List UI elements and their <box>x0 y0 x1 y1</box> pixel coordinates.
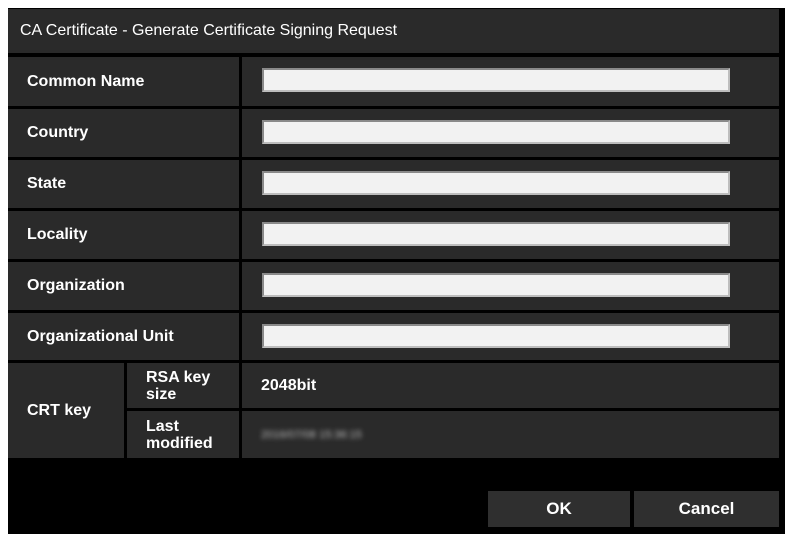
state-label: State <box>8 160 239 208</box>
country-cell <box>242 109 779 157</box>
organization-label: Organization <box>8 262 239 310</box>
locality-cell <box>242 211 779 259</box>
organization-cell <box>242 262 779 310</box>
crt-key-label: CRT key <box>8 363 124 458</box>
dialog-title: CA Certificate - Generate Certificate Si… <box>8 9 779 53</box>
cancel-button[interactable]: Cancel <box>634 491 779 527</box>
locality-label: Locality <box>8 211 239 259</box>
common-name-label: Common Name <box>8 57 239 106</box>
country-input[interactable] <box>262 120 730 144</box>
state-cell <box>242 160 779 208</box>
last-modified-value: 2016/07/08 15:36:15 <box>261 428 362 441</box>
organization-input[interactable] <box>262 273 730 297</box>
last-modified-cell: 2016/07/08 15:36:15 <box>242 411 779 458</box>
common-name-cell <box>242 57 779 106</box>
rsa-key-size-value: 2048bit <box>242 363 779 408</box>
organizational-unit-cell <box>242 313 779 360</box>
state-input[interactable] <box>262 171 730 195</box>
last-modified-label: Last modified <box>127 411 239 458</box>
organizational-unit-input[interactable] <box>262 324 730 348</box>
locality-input[interactable] <box>262 222 730 246</box>
ok-button[interactable]: OK <box>488 491 630 527</box>
common-name-input[interactable] <box>262 68 730 92</box>
rsa-key-size-label: RSA key size <box>127 363 239 408</box>
organizational-unit-label: Organizational Unit <box>8 313 239 360</box>
country-label: Country <box>8 109 239 157</box>
